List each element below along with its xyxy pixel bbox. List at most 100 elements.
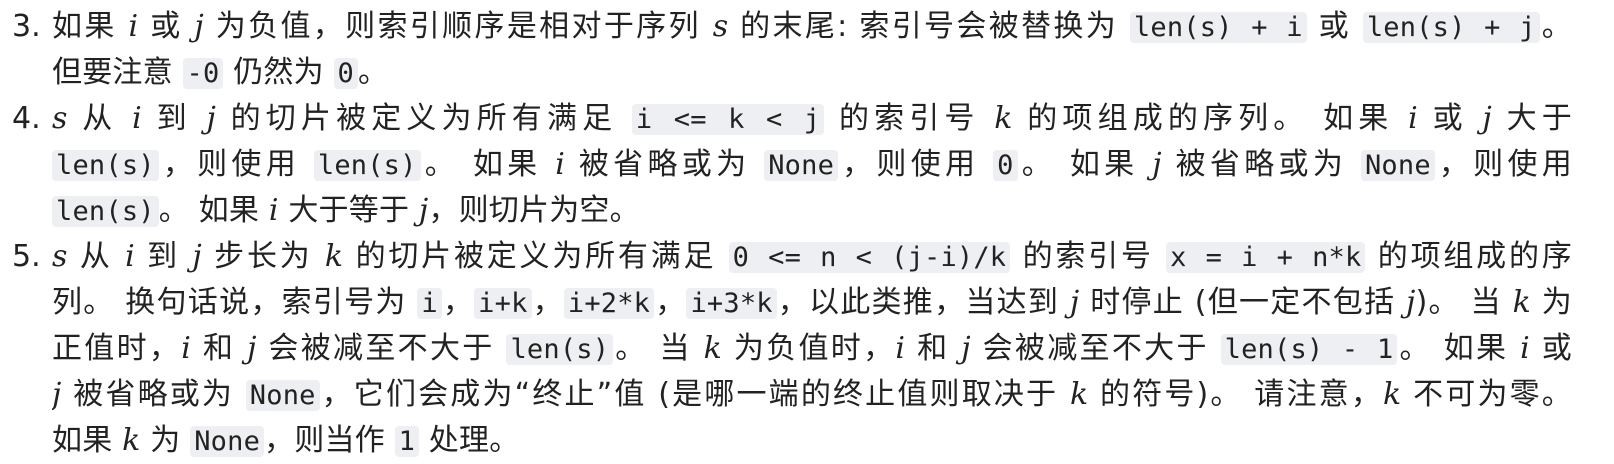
text-run: ， [531,285,564,320]
inline-code: i+3*k [686,288,777,319]
text-run: 到 [141,101,207,136]
variable-name: k [994,101,1013,136]
text-run: 为负值，则索引顺序是相对于序列 [203,9,713,44]
variable-name: i [181,331,192,366]
list-item-text: 如果 i 或 j 为负值，则索引顺序是相对于序列 s 的末尾: 索引号会被替换为… [52,4,1572,96]
inline-code: None [190,426,265,457]
list-item-5: 5. s 从 i 到 j 步长为 k 的切片被定义为所有满足 0 <= n < … [12,234,1572,464]
variable-name: k [703,331,723,366]
text-line: s 从 i 到 j 的切片被定义为所有满足 i <= k < j 的索引号 k … [52,96,1572,142]
text-run: 列。 换句话说，索引号为 [52,285,418,320]
text-run: 为 [1531,285,1572,320]
inline-code: len(s) [506,334,614,365]
text-run: 的切片被定义为所有满足 [343,239,729,274]
variable-name: k [1512,285,1532,320]
variable-name: j [1406,285,1416,320]
variable-name: j [192,239,202,274]
text-run: 大于等于 [278,193,419,228]
text-run: ，则使用 [838,147,994,182]
text-run: ， [441,285,475,320]
text-run: 大于 [1491,101,1572,136]
list-number: 4. [12,101,41,136]
inline-code: i+k [474,288,532,319]
inline-code: -0 [182,58,224,89]
text-run: 的符号)。 请注意， [1088,377,1383,412]
text-line: 列。 换句话说，索引号为 i， i+k， i+2*k， i+3*k ，以此类推，当达到 … [52,280,1572,326]
text-run: 的项组成的序 [1365,239,1572,274]
text-run: 被省略或为 [61,377,246,412]
slice-semantics-list: 3. 如果 i 或 j 为负值，则索引顺序是相对于序列 s 的末尾: 索引号会被… [0,0,1614,464]
variable-name: k [122,423,141,458]
variable-name: j [1069,285,1080,320]
text-run: ，则使用 [158,147,314,182]
inline-code: len(s) [52,150,159,181]
text-run: ，它们会成为“终止”值 (是哪一端的终止值则取决于 [319,377,1070,412]
variable-name: s [52,239,68,274]
text-run: 和 [905,331,962,366]
list-item-text: s 从 i 到 j 步长为 k 的切片被定义为所有满足 0 <= n < (j-… [52,234,1572,464]
variable-name: j [206,101,216,136]
variable-name: j [418,193,429,228]
text-run: 的切片被定义为所有满足 [215,101,632,136]
inline-code: len(s) [313,150,421,181]
list-item-text: s 从 i 到 j 的切片被定义为所有满足 i <= k < j 的索引号 k … [52,96,1572,234]
variable-name: j [52,377,62,412]
inline-code: len(s) + j [1362,12,1540,43]
inline-code: None [764,150,839,181]
text-run: 处理。 [419,423,520,458]
inline-code: i <= k < j [631,104,825,135]
text-run: 或 [1417,101,1483,136]
variable-name: k [324,239,344,274]
text-run: 仍然为 [223,55,334,90]
text-line: len(s) ，则使用 len(s)。 如果 i 被省略或为 None ，则使用 0… [52,142,1572,188]
variable-name: j [194,9,204,44]
variable-name: i [555,147,566,182]
text-run: 会被减至不大于 [256,331,507,366]
variable-name: k [1069,377,1089,412]
variable-name: k [1383,377,1402,412]
variable-name: j [961,331,971,366]
text-line: 正值时，i 和 j 会被减至不大于 len(s)。 当 k 为负值时，i 和 j… [52,326,1572,372]
text-run: 的索引号 [1010,239,1167,274]
text-run: 步长为 [201,239,325,274]
inline-code: len(s) + i [1129,12,1307,43]
inline-code: x = i + n*k [1166,242,1366,273]
text-run: 被省略或为 [1161,147,1361,182]
text-run: 。 如果 [1017,147,1153,182]
inline-code: None [245,380,320,411]
variable-name: i [895,331,906,366]
list-number: 5. [12,239,41,274]
inline-code: i [417,288,442,319]
text-run: 的索引号 [824,101,995,136]
variable-name: i [1520,331,1530,366]
text-run: 。 [1539,9,1572,44]
inline-code: 0 <= n < (j-i)/k [728,242,1011,273]
variable-name: i [1408,101,1418,136]
text-run: 如果 [52,9,129,44]
text-run: 或 [1529,331,1572,366]
text-run: 和 [191,331,248,366]
text-run: 从 [67,101,133,136]
text-line: 但要注意 -0 仍然为 0。 [52,50,1572,96]
variable-name: i [125,239,135,274]
text-run: 。 如果 [158,193,269,228]
text-run: 被省略或为 [565,147,765,182]
text-line: 如果 i 或 j 为负值，则索引顺序是相对于序列 s 的末尾: 索引号会被替换为… [52,4,1572,50]
text-run: 如果 [52,423,123,458]
variable-name: i [268,193,279,228]
text-run: 为负值时， [722,331,896,366]
text-line: j 被省略或为 None ，它们会成为“终止”值 (是哪一端的终止值则取决于 k … [52,372,1572,418]
text-run: 或 [1306,9,1363,44]
text-run: 到 [134,239,193,274]
text-run: 。 如果 [420,147,556,182]
text-run: 。 [358,55,389,90]
text-run: 为 [140,423,191,458]
variable-name: j [1152,147,1162,182]
inline-code: 0 [993,150,1018,181]
inline-code: i+2*k [563,288,655,319]
variable-name: s [52,101,68,136]
text-run: 不可为零。 [1401,377,1572,412]
text-run: ， [654,285,687,320]
inline-code: 0 [333,58,359,89]
variable-name: j [1482,101,1492,136]
